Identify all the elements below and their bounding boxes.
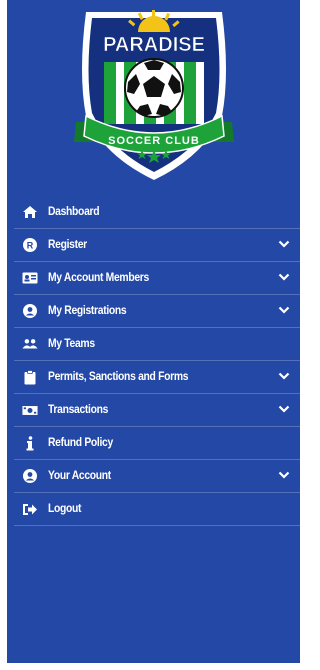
menu-item-label: Your Account: [48, 470, 111, 482]
menu-item-label: My Teams: [48, 338, 95, 350]
menu-item-my-account-members[interactable]: My Account Members: [14, 262, 300, 295]
menu-item-label: Logout: [48, 503, 82, 515]
menu-item-dashboard[interactable]: Dashboard: [14, 196, 300, 229]
sidebar-menu: Dashboard R Register My Account Members …: [14, 196, 300, 526]
menu-item-transactions[interactable]: Transactions: [14, 394, 300, 427]
menu-item-my-teams[interactable]: My Teams: [14, 328, 300, 361]
chevron-down-icon[interactable]: [278, 371, 290, 381]
menu-item-label: Transactions: [48, 404, 109, 416]
user-circle-icon: [22, 303, 38, 319]
chevron-down-icon[interactable]: [278, 272, 290, 282]
logo-bottom-text: SOCCER CLUB: [108, 135, 200, 147]
id-card-icon: [22, 270, 38, 286]
logo-top-text: PARADISE: [103, 34, 205, 56]
menu-item-register[interactable]: R Register: [14, 229, 300, 262]
home-icon: [22, 204, 38, 220]
menu-item-label: Permits, Sanctions and Forms: [48, 371, 189, 383]
clipboard-icon: [22, 369, 38, 385]
menu-item-your-account[interactable]: Your Account: [14, 460, 300, 493]
club-logo: PARADISE SOCCER CLUB: [74, 10, 234, 180]
money-icon: [22, 402, 38, 418]
logout-icon: [22, 501, 38, 517]
chevron-down-icon[interactable]: [278, 404, 290, 414]
info-icon: [22, 435, 38, 451]
user-circle-icon: [22, 468, 38, 484]
chevron-down-icon[interactable]: [278, 239, 290, 249]
chevron-down-icon[interactable]: [278, 305, 290, 315]
chevron-down-icon[interactable]: [278, 470, 290, 480]
sidebar: PARADISE SOCCER CLUB Dashboard R Registe…: [7, 0, 300, 663]
register-icon: R: [22, 237, 38, 253]
menu-item-logout[interactable]: Logout: [14, 493, 300, 526]
svg-text:R: R: [27, 241, 34, 251]
menu-item-label: My Account Members: [48, 272, 149, 284]
menu-item-label: Refund Policy: [48, 437, 113, 449]
menu-item-my-registrations[interactable]: My Registrations: [14, 295, 300, 328]
menu-item-label: Dashboard: [48, 206, 100, 218]
menu-item-label: My Registrations: [48, 305, 127, 317]
menu-item-label: Register: [48, 239, 87, 251]
users-icon: [22, 336, 38, 352]
menu-item-permits-sanctions-forms[interactable]: Permits, Sanctions and Forms: [14, 361, 300, 394]
menu-item-refund-policy[interactable]: Refund Policy: [14, 427, 300, 460]
